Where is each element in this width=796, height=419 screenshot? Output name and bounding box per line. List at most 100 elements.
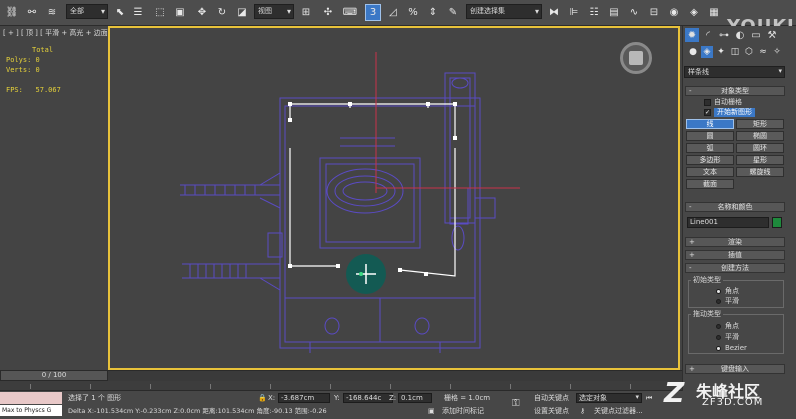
coord-y-field[interactable]: -168.644c bbox=[343, 393, 393, 403]
window-crossing-icon[interactable]: ▣ bbox=[172, 4, 188, 21]
rect-selection-icon[interactable]: ⬚ bbox=[152, 4, 168, 21]
helpers-icon[interactable]: ⬡ bbox=[743, 46, 755, 58]
stat-polys: Polys: 0 bbox=[6, 56, 40, 64]
track-tick bbox=[270, 384, 271, 389]
zf-watermark-url: ZF3D.COM bbox=[702, 397, 764, 408]
select-by-name-icon[interactable]: ☰ bbox=[130, 4, 146, 21]
autogrid-checkbox[interactable]: 自动栅格 bbox=[704, 98, 742, 107]
line-button[interactable]: 线 bbox=[686, 119, 734, 129]
ngon-button[interactable]: 多边形 bbox=[686, 155, 734, 165]
section-button[interactable]: 截面 bbox=[686, 179, 734, 189]
key-filter-icon[interactable]: ⚷ bbox=[580, 406, 585, 416]
top-viewport[interactable] bbox=[108, 26, 680, 370]
arc-button[interactable]: 弧 bbox=[686, 143, 734, 153]
interpolation-rollout[interactable]: + 插值 bbox=[685, 250, 785, 260]
drag-corner-radio[interactable]: 角点 bbox=[716, 322, 739, 330]
viewport-left-area bbox=[0, 26, 108, 370]
select-object-icon[interactable]: ⬉ bbox=[112, 4, 128, 21]
maxscript-listener-top[interactable] bbox=[0, 392, 62, 404]
initial-smooth-radio[interactable]: 平滑 bbox=[716, 297, 739, 305]
rendering-rollout[interactable]: + 渲染 bbox=[685, 237, 785, 247]
radio-icon bbox=[716, 323, 721, 329]
spinner-snap-icon[interactable]: ⇕ bbox=[425, 4, 441, 21]
lights-icon[interactable]: ✦ bbox=[715, 46, 727, 58]
align-icon[interactable]: ⊫ bbox=[566, 4, 582, 21]
mirror-icon[interactable]: ⧓ bbox=[546, 4, 562, 21]
time-tag-icon[interactable]: ▣ bbox=[428, 406, 435, 416]
set-key-button[interactable]: 设置关键点 bbox=[534, 406, 569, 416]
object-color-swatch[interactable] bbox=[772, 217, 782, 228]
rollout-minus-icon: - bbox=[689, 203, 692, 211]
object-type-rollout[interactable]: - 对象类型 bbox=[685, 86, 785, 96]
text-button[interactable]: 文本 bbox=[686, 167, 734, 177]
keyboard-entry-rollout[interactable]: + 键盘输入 bbox=[685, 364, 785, 374]
unlink-icon[interactable]: ⚯ bbox=[24, 4, 40, 21]
schematic-view-icon[interactable]: ⊟ bbox=[646, 4, 662, 21]
snap-toggle-icon[interactable]: 3 bbox=[365, 4, 381, 21]
scale-icon[interactable]: ◪ bbox=[234, 4, 250, 21]
rectangle-button[interactable]: 矩形 bbox=[736, 119, 784, 129]
viewcube-navigator[interactable] bbox=[620, 42, 652, 74]
selection-filter-dropdown[interactable]: 全部 bbox=[66, 4, 108, 19]
display-tab-icon[interactable]: ▭ bbox=[749, 28, 763, 42]
viewport-label[interactable]: [ + ] [ 顶 ] [ 平滑 + 高光 + 边面 ] bbox=[3, 28, 113, 38]
keyboard-shortcut-icon[interactable]: ⌨ bbox=[342, 4, 358, 21]
initial-corner-radio[interactable]: 角点 bbox=[716, 287, 739, 295]
name-color-rollout[interactable]: - 名称和颜色 bbox=[685, 202, 785, 212]
coord-x-field[interactable]: -3.687cm bbox=[278, 393, 330, 403]
hierarchy-tab-icon[interactable]: ⊶ bbox=[717, 28, 731, 42]
graphite-ribbon-icon[interactable]: ▤ bbox=[606, 4, 622, 21]
rotate-icon[interactable]: ↻ bbox=[214, 4, 230, 21]
modify-tab-icon[interactable]: ◜ bbox=[701, 28, 715, 42]
material-editor-icon[interactable]: ◉ bbox=[666, 4, 682, 21]
pivot-center-icon[interactable]: ⊞ bbox=[298, 4, 314, 21]
auto-key-button[interactable]: 自动关键点 bbox=[534, 393, 569, 403]
link-icon[interactable]: ⛓ bbox=[4, 4, 20, 21]
drag-bezier-radio[interactable]: Bezier bbox=[716, 344, 747, 352]
edit-named-selection-icon[interactable]: ✎ bbox=[445, 4, 461, 21]
donut-button[interactable]: 圆环 bbox=[736, 143, 784, 153]
systems-icon[interactable]: ✧ bbox=[771, 46, 783, 58]
go-to-start-icon[interactable]: ⏮ bbox=[646, 393, 652, 403]
cameras-icon[interactable]: ◫ bbox=[729, 46, 741, 58]
geometry-icon[interactable]: ● bbox=[687, 46, 699, 58]
motion-tab-icon[interactable]: ◐ bbox=[733, 28, 747, 42]
utilities-tab-icon[interactable]: ⚒ bbox=[765, 28, 779, 42]
stat-fps: FPS: 57.067 bbox=[6, 86, 61, 94]
key-mode-icon[interactable]: ⚿ bbox=[512, 399, 520, 409]
drag-type-title: 拖动类型 bbox=[691, 309, 723, 319]
layer-manager-icon[interactable]: ☷ bbox=[586, 4, 602, 21]
maxscript-listener-input[interactable]: Max to Physcs G bbox=[0, 405, 62, 416]
time-slider[interactable]: 0 / 100 bbox=[0, 370, 108, 381]
drag-smooth-radio[interactable]: 平滑 bbox=[716, 333, 739, 341]
curve-editor-icon[interactable]: ∿ bbox=[626, 4, 642, 21]
star-button[interactable]: 星形 bbox=[736, 155, 784, 165]
bind-spacewarp-icon[interactable]: ≋ bbox=[44, 4, 60, 21]
percent-snap-icon[interactable]: % bbox=[405, 4, 421, 21]
select-manipulate-icon[interactable]: ✣ bbox=[320, 4, 336, 21]
viewcube-face[interactable] bbox=[629, 51, 643, 65]
object-name-input[interactable]: Line001 bbox=[687, 217, 769, 228]
coord-z-field[interactable]: 0.1cm bbox=[398, 393, 432, 403]
render-frame-icon[interactable]: ▦ bbox=[706, 4, 722, 21]
start-new-shape-checkbox[interactable]: ✓ 开始新图形 bbox=[704, 108, 755, 117]
ellipse-button[interactable]: 椭圆 bbox=[736, 131, 784, 141]
spacewarps-icon[interactable]: ≈ bbox=[757, 46, 769, 58]
named-selection-dropdown[interactable]: 创建选择集 bbox=[466, 4, 542, 19]
shape-category-dropdown[interactable]: 样条线 bbox=[684, 66, 785, 78]
angle-snap-icon[interactable]: ◿ bbox=[385, 4, 401, 21]
snap-label: 3 bbox=[369, 7, 377, 18]
selected-set-dropdown[interactable]: 选定对象 bbox=[576, 393, 642, 403]
circle-button[interactable]: 圆 bbox=[686, 131, 734, 141]
add-time-tag-button[interactable]: 添加时间标记 bbox=[442, 406, 484, 416]
key-filters-button[interactable]: 关键点过滤器... bbox=[594, 406, 643, 416]
reference-coord-dropdown[interactable]: 视图 bbox=[254, 4, 294, 19]
render-setup-icon[interactable]: ◈ bbox=[686, 4, 702, 21]
move-icon[interactable]: ✥ bbox=[194, 4, 210, 21]
helix-button[interactable]: 螺旋线 bbox=[736, 167, 784, 177]
create-tab-icon[interactable]: ✹ bbox=[685, 28, 699, 42]
shapes-icon[interactable]: ◈ bbox=[701, 46, 713, 58]
creation-method-rollout[interactable]: - 创建方法 bbox=[685, 263, 785, 273]
lock-selection-icon[interactable]: 🔒 bbox=[258, 393, 267, 403]
track-bar[interactable] bbox=[0, 381, 682, 391]
